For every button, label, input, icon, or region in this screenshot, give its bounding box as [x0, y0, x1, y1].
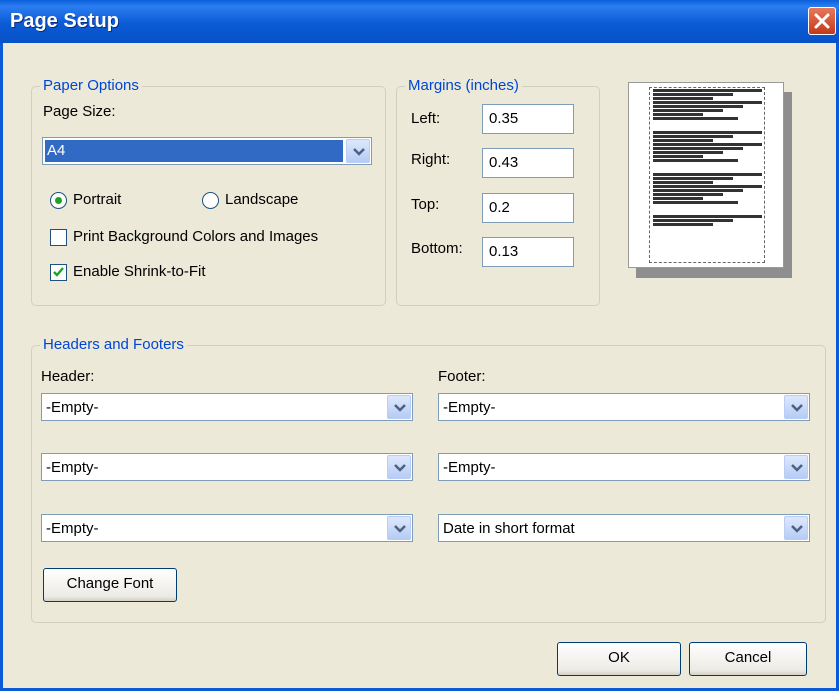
checkmark-icon — [53, 267, 64, 277]
landscape-radio[interactable] — [202, 192, 219, 209]
margin-bottom-input[interactable]: 0.13 — [482, 237, 574, 267]
footer-label: Footer: — [438, 368, 486, 385]
footer-value-2: -Empty- — [443, 459, 496, 476]
chevron-down-icon — [791, 525, 803, 533]
footer-select-3[interactable]: Date in short format — [438, 514, 810, 542]
headers-footers-legend: Headers and Footers — [40, 336, 187, 353]
chevron-down-icon — [394, 464, 406, 472]
paper-options-legend: Paper Options — [40, 77, 142, 94]
chevron-down-icon — [353, 148, 365, 156]
margin-right-label: Right: — [411, 151, 451, 168]
header-1-dropdown-button[interactable] — [387, 395, 411, 419]
header-select-1[interactable]: -Empty- — [41, 393, 413, 421]
header-select-3[interactable]: -Empty- — [41, 514, 413, 542]
header-select-2[interactable]: -Empty- — [41, 453, 413, 481]
footer-value-3: Date in short format — [443, 520, 575, 537]
margin-bottom-label: Bottom: — [411, 240, 463, 257]
ok-button[interactable]: OK — [557, 642, 681, 676]
ok-label: OK — [608, 649, 630, 666]
shrink-to-fit-label[interactable]: Enable Shrink-to-Fit — [73, 263, 206, 280]
cancel-button[interactable]: Cancel — [689, 642, 807, 676]
page-preview — [628, 82, 784, 268]
print-background-checkbox[interactable] — [50, 229, 67, 246]
window-title: Page Setup — [10, 10, 119, 32]
page-size-select[interactable]: A4 — [42, 137, 372, 165]
chevron-down-icon — [791, 464, 803, 472]
chevron-down-icon — [791, 404, 803, 412]
page-size-label: Page Size: — [43, 103, 116, 120]
margin-top-input[interactable]: 0.2 — [482, 193, 574, 223]
footer-select-2[interactable]: -Empty- — [438, 453, 810, 481]
shrink-to-fit-checkbox[interactable] — [50, 264, 67, 281]
margin-left-input[interactable]: 0.35 — [482, 104, 574, 134]
margin-right-input[interactable]: 0.43 — [482, 148, 574, 178]
footer-3-dropdown-button[interactable] — [784, 516, 808, 540]
change-font-button[interactable]: Change Font — [43, 568, 177, 602]
portrait-radio[interactable] — [50, 192, 67, 209]
cancel-label: Cancel — [724, 649, 772, 666]
header-value-1: -Empty- — [46, 399, 99, 416]
footer-2-dropdown-button[interactable] — [784, 455, 808, 479]
page-size-dropdown-button[interactable] — [346, 139, 370, 163]
window-border-left — [0, 43, 3, 691]
chevron-down-icon — [394, 404, 406, 412]
portrait-label[interactable]: Portrait — [73, 191, 121, 208]
header-value-3: -Empty- — [46, 520, 99, 537]
header-value-2: -Empty- — [46, 459, 99, 476]
page-preview-content — [649, 87, 765, 263]
chevron-down-icon — [394, 525, 406, 533]
close-icon — [814, 13, 830, 29]
title-bar: Page Setup — [0, 0, 839, 43]
margin-top-label: Top: — [411, 196, 440, 213]
header-label: Header: — [41, 368, 95, 385]
margins-legend: Margins (inches) — [405, 77, 522, 94]
header-3-dropdown-button[interactable] — [387, 516, 411, 540]
footer-value-1: -Empty- — [443, 399, 496, 416]
margin-left-label: Left: — [411, 110, 441, 127]
page-size-value: A4 — [45, 140, 343, 162]
close-button[interactable] — [808, 7, 836, 35]
header-2-dropdown-button[interactable] — [387, 455, 411, 479]
landscape-label[interactable]: Landscape — [225, 191, 298, 208]
change-font-label: Change Font — [66, 575, 154, 592]
footer-select-1[interactable]: -Empty- — [438, 393, 810, 421]
footer-1-dropdown-button[interactable] — [784, 395, 808, 419]
print-background-label[interactable]: Print Background Colors and Images — [73, 228, 318, 245]
